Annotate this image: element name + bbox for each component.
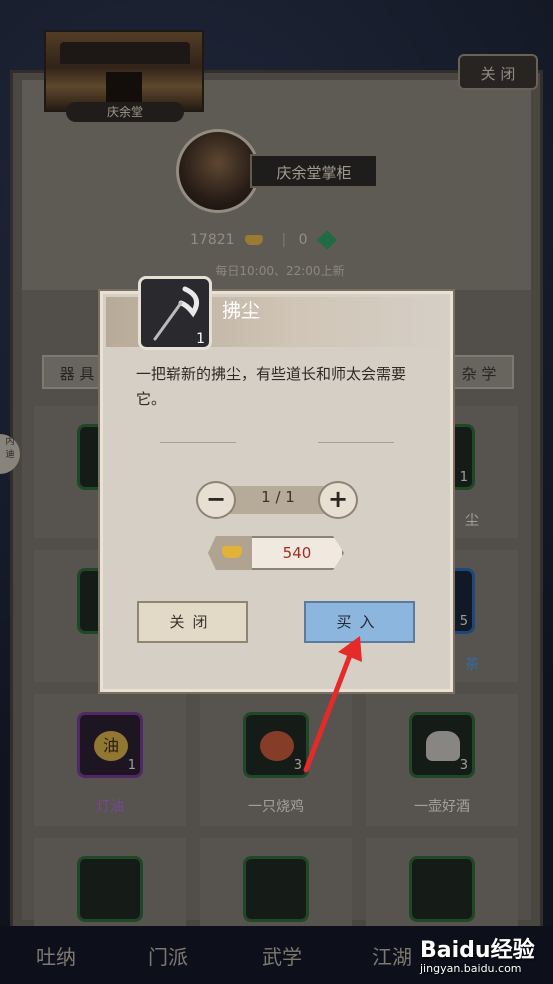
- watermark-brand: Baidu经验: [420, 938, 535, 963]
- gold-ingot-icon: [222, 546, 242, 558]
- increase-quantity-button[interactable]: +: [318, 481, 358, 519]
- dialog-buy-button[interactable]: 买入: [304, 601, 415, 643]
- decrease-quantity-button[interactable]: −: [196, 481, 236, 519]
- dialog-item-description: 一把崭新的拂尘，有些道长和师太会需要它。: [136, 365, 407, 408]
- divider-left: [160, 442, 236, 443]
- dialog-item-title: 拂尘: [222, 300, 261, 322]
- quantity-display: 1 / 1: [261, 488, 295, 506]
- divider-right: [318, 442, 394, 443]
- dialog-close-button[interactable]: 关闭: [137, 601, 248, 643]
- baidu-watermark: Baidu经验 jingyan.baidu.com: [420, 932, 550, 980]
- price-value: 540: [282, 544, 312, 562]
- fly-whisk-icon: 1: [138, 276, 212, 350]
- dialog-item-count: 1: [196, 331, 205, 347]
